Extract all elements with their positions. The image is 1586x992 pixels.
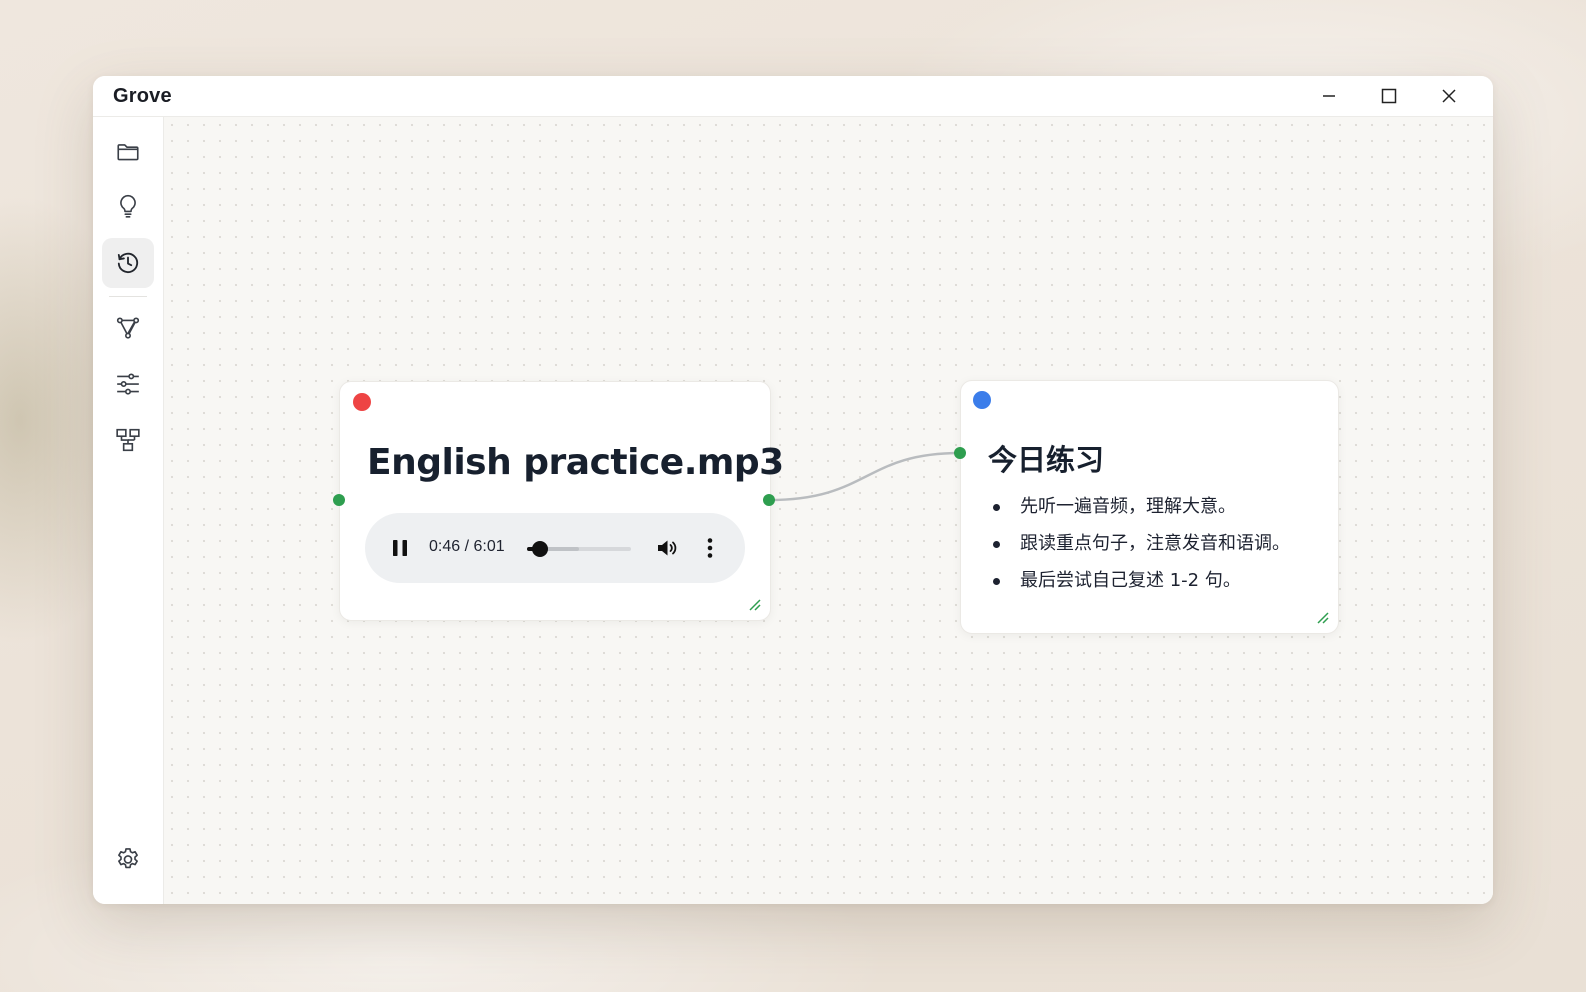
- pause-icon: [393, 540, 407, 556]
- node-status-dot: [973, 391, 991, 409]
- close-button[interactable]: [1419, 76, 1479, 116]
- audio-node-input-port[interactable]: [333, 494, 345, 506]
- sidebar-item-settings[interactable]: [102, 835, 154, 885]
- app-window: Grove English practice.mp3 0:46 / 6:01 今…: [93, 76, 1493, 904]
- minimize-button[interactable]: [1299, 76, 1359, 116]
- sidebar-item-files[interactable]: [102, 127, 154, 177]
- note-node-input-port[interactable]: [954, 447, 966, 459]
- maximize-button[interactable]: [1359, 76, 1419, 116]
- sliders-icon: [117, 373, 139, 395]
- folder-icon: [117, 144, 139, 161]
- minimize-icon: [1323, 95, 1335, 97]
- sidebar-item-ideas[interactable]: [102, 181, 154, 231]
- list-item: 跟读重点句子，注意发音和语调。: [986, 529, 1290, 566]
- pause-button[interactable]: [387, 535, 413, 561]
- volume-button[interactable]: [655, 535, 681, 561]
- history-icon: [117, 252, 139, 274]
- sidebar-item-history[interactable]: [102, 238, 154, 288]
- sidebar-item-adjust[interactable]: [102, 359, 154, 409]
- sidebar-divider: [109, 296, 147, 297]
- more-vertical-icon: [707, 538, 713, 558]
- audio-node-title: English practice.mp3: [367, 442, 784, 483]
- window-controls: [1299, 76, 1479, 116]
- resize-handle-icon[interactable]: [748, 598, 762, 612]
- audio-player: 0:46 / 6:01: [365, 513, 745, 583]
- sidebar: [93, 117, 164, 904]
- note-node-title: 今日练习: [988, 443, 1105, 477]
- volume-icon: [658, 540, 677, 556]
- seek-thumb[interactable]: [532, 541, 549, 557]
- note-node[interactable]: 今日练习 先听一遍音频，理解大意。 跟读重点句子，注意发音和语调。 最后尝试自己…: [960, 380, 1339, 634]
- node-status-dot: [353, 393, 371, 411]
- node-canvas[interactable]: English practice.mp3 0:46 / 6:01 今日练习 先听…: [164, 117, 1493, 904]
- more-options-button[interactable]: [697, 535, 723, 561]
- seek-slider[interactable]: [527, 541, 631, 557]
- sidebar-item-structure[interactable]: [102, 415, 154, 465]
- sidebar-item-graph[interactable]: [102, 303, 154, 353]
- close-icon: [1442, 89, 1456, 103]
- maximize-icon: [1381, 88, 1397, 104]
- app-title: Grove: [113, 84, 172, 107]
- settings-gear-icon: [118, 848, 138, 869]
- connection-edge[interactable]: [767, 451, 962, 502]
- lightbulb-icon: [120, 194, 136, 218]
- playback-time: 0:46 / 6:01: [429, 538, 505, 555]
- hierarchy-icon: [116, 428, 140, 452]
- resize-handle-icon[interactable]: [1316, 611, 1330, 625]
- title-bar: Grove: [93, 76, 1493, 117]
- list-item: 最后尝试自己复述 1-2 句。: [986, 566, 1290, 603]
- graph-nodes-icon: [116, 317, 140, 339]
- list-item: 先听一遍音频，理解大意。: [986, 492, 1290, 529]
- audio-node[interactable]: English practice.mp3 0:46 / 6:01: [339, 381, 784, 621]
- audio-node-output-port[interactable]: [763, 494, 775, 506]
- note-checklist: 先听一遍音频，理解大意。 跟读重点句子，注意发音和语调。 最后尝试自己复述 1-…: [986, 492, 1290, 603]
